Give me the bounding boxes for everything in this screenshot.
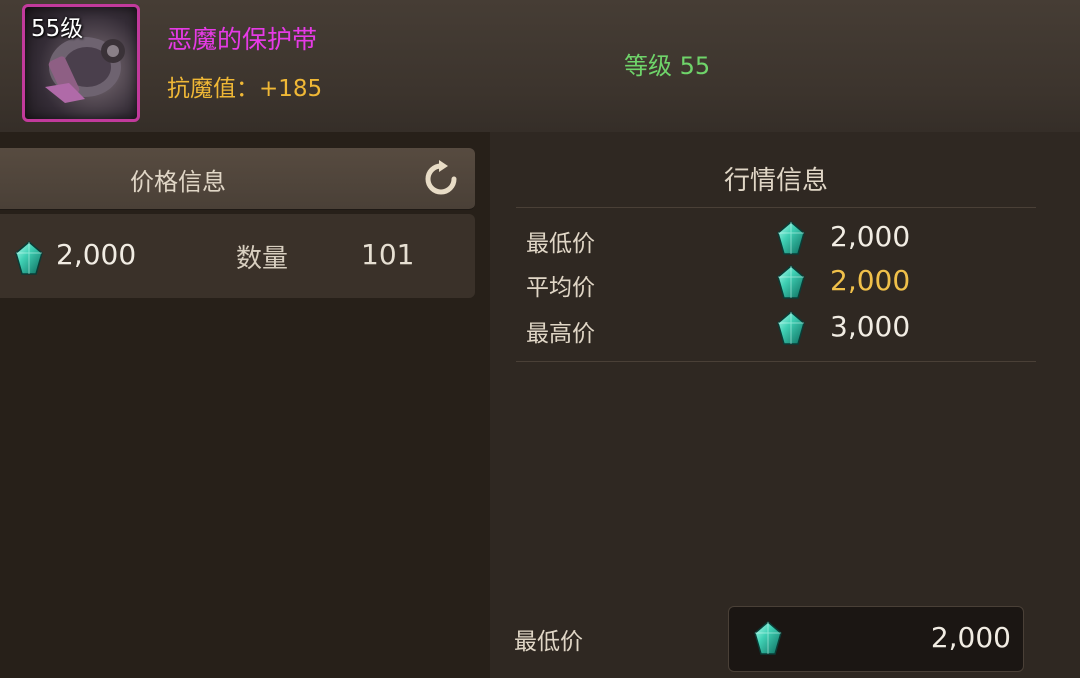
listing-price: 2,000 [56, 238, 137, 271]
divider [516, 207, 1036, 208]
quantity-value: 101 [361, 238, 415, 271]
min-price-label: 最低价 [526, 231, 595, 257]
price-input-label: 最低价 [514, 629, 583, 655]
avg-price-label: 平均价 [526, 275, 595, 301]
refresh-icon [425, 160, 457, 195]
market-info-panel: 行情信息 最低价 2,000 平均价 2,000 最高价 3,000 最低价 2… [490, 132, 1080, 678]
price-input-field[interactable]: 2,000 [728, 606, 1024, 672]
price-info-title: 价格信息 [130, 168, 226, 196]
listing-row[interactable]: 2,000 数量 101 [0, 214, 475, 298]
item-stat: 抗魔值：+185 [167, 76, 323, 102]
gem-icon [777, 311, 805, 345]
item-name: 恶魔的保护带 [167, 25, 318, 54]
gem-icon [15, 241, 43, 275]
market-row-max: 最高价 3,000 [490, 308, 1080, 348]
item-level-badge: 55级 [31, 16, 84, 42]
market-row-avg: 平均价 2,000 [490, 262, 1080, 302]
gem-icon [777, 265, 805, 299]
item-level-requirement: 等级 55 [624, 52, 711, 80]
refresh-button[interactable] [420, 158, 462, 200]
avg-price-value: 2,000 [830, 264, 911, 297]
divider [516, 361, 1036, 362]
market-info-title: 行情信息 [724, 166, 829, 196]
quantity-label: 数量 [236, 244, 289, 274]
market-row-min: 最低价 2,000 [490, 218, 1080, 258]
max-price-value: 3,000 [830, 310, 911, 343]
gem-icon [754, 621, 782, 655]
price-info-header: 价格信息 [0, 148, 475, 210]
max-price-label: 最高价 [526, 321, 595, 347]
gem-icon [777, 221, 805, 255]
item-header: 55级 恶魔的保护带 抗魔值：+185 等级 55 [0, 0, 1080, 133]
demon-belt-icon[interactable]: 55级 [22, 4, 140, 122]
price-input-value: 2,000 [930, 621, 1011, 654]
price-info-panel: 价格信息 2,000 数量 101 [0, 132, 490, 678]
min-price-value: 2,000 [830, 220, 911, 253]
